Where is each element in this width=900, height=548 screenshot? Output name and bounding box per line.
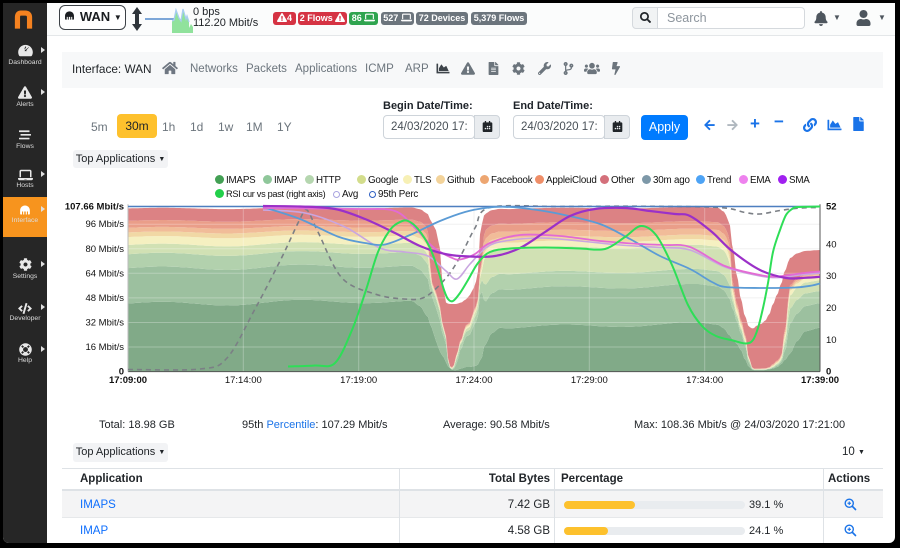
svg-text:48 Mbit/s: 48 Mbit/s — [85, 293, 124, 304]
svg-text:10: 10 — [826, 335, 837, 346]
svg-text:17:34:00: 17:34:00 — [686, 375, 723, 386]
svg-text:52: 52 — [826, 201, 837, 212]
svg-text:64 Mbit/s: 64 Mbit/s — [85, 268, 124, 279]
svg-text:17:09:00: 17:09:00 — [109, 375, 147, 386]
svg-text:96 Mbit/s: 96 Mbit/s — [85, 219, 124, 230]
svg-text:17:29:00: 17:29:00 — [571, 375, 608, 386]
svg-text:80 Mbit/s: 80 Mbit/s — [85, 244, 124, 255]
svg-text:17:14:00: 17:14:00 — [225, 375, 262, 386]
svg-text:17:19:00: 17:19:00 — [340, 375, 377, 386]
svg-text:107.66 Mbit/s: 107.66 Mbit/s — [65, 201, 124, 212]
svg-text:32 Mbit/s: 32 Mbit/s — [85, 317, 124, 328]
svg-text:17:39:00: 17:39:00 — [801, 375, 839, 386]
svg-text:20: 20 — [826, 303, 837, 314]
svg-text:40: 40 — [826, 239, 837, 250]
svg-text:16 Mbit/s: 16 Mbit/s — [85, 342, 124, 353]
svg-text:30: 30 — [826, 271, 837, 282]
svg-text:17:24:00: 17:24:00 — [456, 375, 493, 386]
svg-text:0: 0 — [826, 367, 831, 378]
